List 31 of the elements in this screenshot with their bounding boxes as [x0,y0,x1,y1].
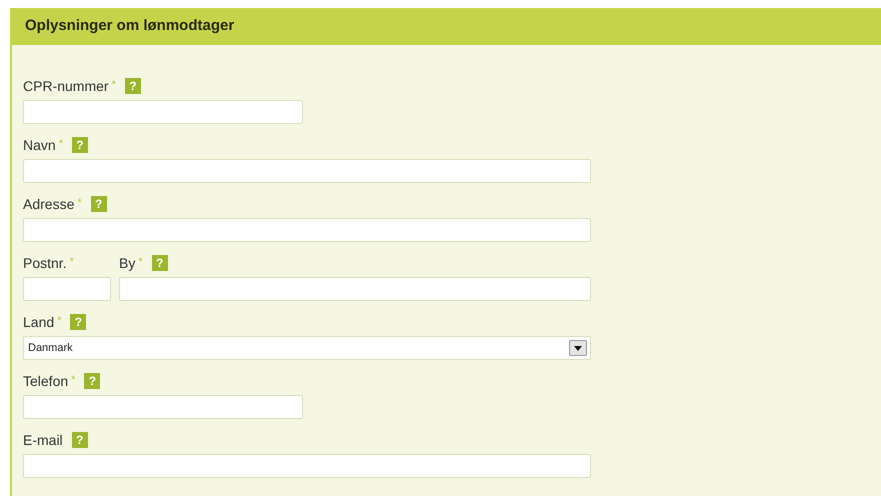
input-field[interactable] [23,395,303,419]
help-icon[interactable]: ? [84,373,100,389]
panel-title: Oplysninger om lønmodtager [25,16,234,36]
help-icon[interactable]: ? [152,255,168,271]
country-dropdown[interactable]: Danmark [23,336,591,360]
input-field[interactable] [119,277,591,301]
required-mark: * [77,196,82,211]
required-mark: * [138,255,143,270]
help-icon[interactable]: ? [72,432,88,448]
field-label: CPR-nummer [23,76,109,96]
required-mark: * [70,255,74,270]
required-mark: * [112,78,116,93]
field-label: By [119,254,136,273]
field-label: Postnr. [23,254,67,272]
input-field[interactable] [23,159,591,183]
required-mark: * [71,373,76,388]
help-icon[interactable]: ? [70,314,86,330]
required-mark: * [57,314,62,329]
input-field[interactable] [23,454,591,478]
required-mark: * [58,137,63,152]
input-field[interactable] [23,277,111,301]
input-field[interactable] [23,218,591,242]
help-icon[interactable]: ? [124,78,141,94]
field-label: Navn [23,136,56,154]
field-label: Telefon [23,372,68,390]
field-label: Land [23,312,54,332]
help-icon[interactable]: ? [90,196,107,212]
help-icon[interactable]: ? [72,137,88,153]
input-field[interactable] [23,100,303,124]
field-label: E-mail [23,430,63,450]
field-label: Adresse [23,194,74,214]
